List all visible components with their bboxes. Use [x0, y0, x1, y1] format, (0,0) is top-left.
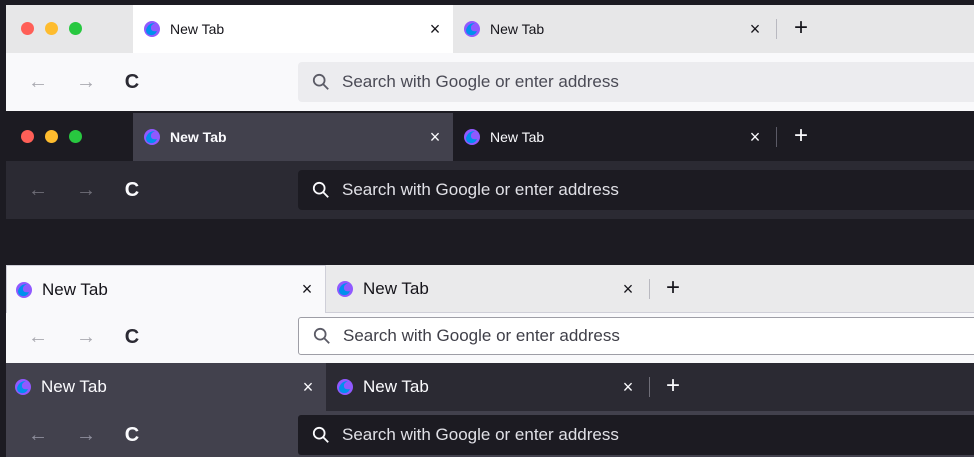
forward-button[interactable]: → [72, 68, 100, 96]
new-tab-button[interactable]: + [786, 15, 816, 43]
url-bar[interactable] [298, 317, 974, 355]
url-input[interactable] [342, 425, 974, 445]
tab-separator [649, 377, 650, 397]
tab-close-button[interactable]: × [741, 19, 769, 40]
tab-strip: New Tab × New Tab × + [6, 363, 974, 411]
window-minimize-button[interactable] [45, 22, 58, 35]
tab-label: New Tab [170, 21, 225, 37]
tab-label: New Tab [363, 377, 429, 396]
navigation-toolbar: ← → C [6, 53, 974, 111]
tab-separator [776, 19, 777, 39]
reload-button[interactable]: C [118, 323, 146, 351]
tab-label: New Tab [490, 129, 545, 145]
firefox-icon [143, 20, 161, 38]
new-tab-button[interactable]: + [658, 373, 688, 401]
search-icon [312, 73, 332, 91]
tab-close-button[interactable]: × [293, 279, 321, 300]
tab-close-button[interactable]: × [741, 127, 769, 148]
tab-new-tab-selected[interactable]: New Tab × [133, 5, 453, 53]
back-button[interactable]: ← [24, 323, 52, 351]
back-button[interactable]: ← [24, 421, 52, 449]
tab-close-button[interactable]: × [421, 127, 449, 148]
firefox-icon [14, 378, 32, 396]
tab-new-tab-selected[interactable]: New Tab × [6, 265, 326, 313]
search-icon [313, 327, 333, 345]
tab-separator [649, 279, 650, 299]
window-close-button[interactable] [21, 130, 34, 143]
tab-label: New Tab [42, 279, 108, 299]
forward-button[interactable]: → [72, 421, 100, 449]
tab-new-tab[interactable]: New Tab × [326, 265, 646, 313]
forward-button[interactable]: → [72, 176, 100, 204]
window-minimize-button[interactable] [45, 130, 58, 143]
tab-separator [776, 127, 777, 147]
tab-label: New Tab [490, 21, 545, 37]
tab-strip: New Tab × New Tab × + [6, 265, 974, 313]
reload-button[interactable]: C [118, 176, 146, 204]
navigation-toolbar: ← → C [6, 411, 974, 457]
firefox-icon [463, 128, 481, 146]
firefox-icon [463, 20, 481, 38]
url-input[interactable] [342, 72, 974, 92]
tab-label: New Tab [363, 279, 429, 298]
tab-close-button[interactable]: × [614, 279, 642, 300]
window-zoom-button[interactable] [69, 22, 82, 35]
reload-button[interactable]: C [118, 68, 146, 96]
browser-dark-windows: New Tab × New Tab × + ← → C [6, 363, 974, 457]
url-bar[interactable] [298, 415, 974, 455]
firefox-icon [143, 128, 161, 146]
tab-close-button[interactable]: × [614, 377, 642, 398]
tab-strip: New Tab × New Tab × + [6, 5, 974, 53]
tab-new-tab[interactable]: New Tab × [453, 113, 773, 161]
url-input[interactable] [342, 180, 974, 200]
tab-close-button[interactable]: × [294, 377, 322, 398]
tab-new-tab-selected[interactable]: New Tab × [6, 363, 326, 411]
browser-light-windows: New Tab × New Tab × + ← → C [6, 265, 974, 363]
search-icon [312, 426, 332, 444]
url-bar[interactable] [298, 62, 974, 102]
tab-close-button[interactable]: × [421, 19, 449, 40]
firefox-icon [336, 280, 354, 298]
tab-label: New Tab [170, 129, 227, 145]
tab-strip: New Tab × New Tab × + [6, 113, 974, 161]
forward-button[interactable]: → [72, 323, 100, 351]
back-button[interactable]: ← [24, 176, 52, 204]
window-close-button[interactable] [21, 22, 34, 35]
url-input[interactable] [343, 326, 974, 346]
firefox-icon [15, 281, 33, 299]
back-button[interactable]: ← [24, 68, 52, 96]
browser-light-macos: New Tab × New Tab × + ← → C [6, 5, 974, 111]
tab-new-tab[interactable]: New Tab × [453, 5, 773, 53]
search-icon [312, 181, 332, 199]
navigation-toolbar: ← → C [6, 161, 974, 219]
window-zoom-button[interactable] [69, 130, 82, 143]
new-tab-button[interactable]: + [786, 123, 816, 151]
url-bar[interactable] [298, 170, 974, 210]
reload-button[interactable]: C [118, 421, 146, 449]
browser-dark-macos: New Tab × New Tab × + ← → C [6, 113, 974, 219]
navigation-toolbar: ← → C [6, 313, 974, 363]
tab-new-tab[interactable]: New Tab × [326, 363, 646, 411]
new-tab-button[interactable]: + [658, 275, 688, 303]
tab-new-tab-selected[interactable]: New Tab × [133, 113, 453, 161]
tab-label: New Tab [41, 377, 107, 396]
firefox-icon [336, 378, 354, 396]
